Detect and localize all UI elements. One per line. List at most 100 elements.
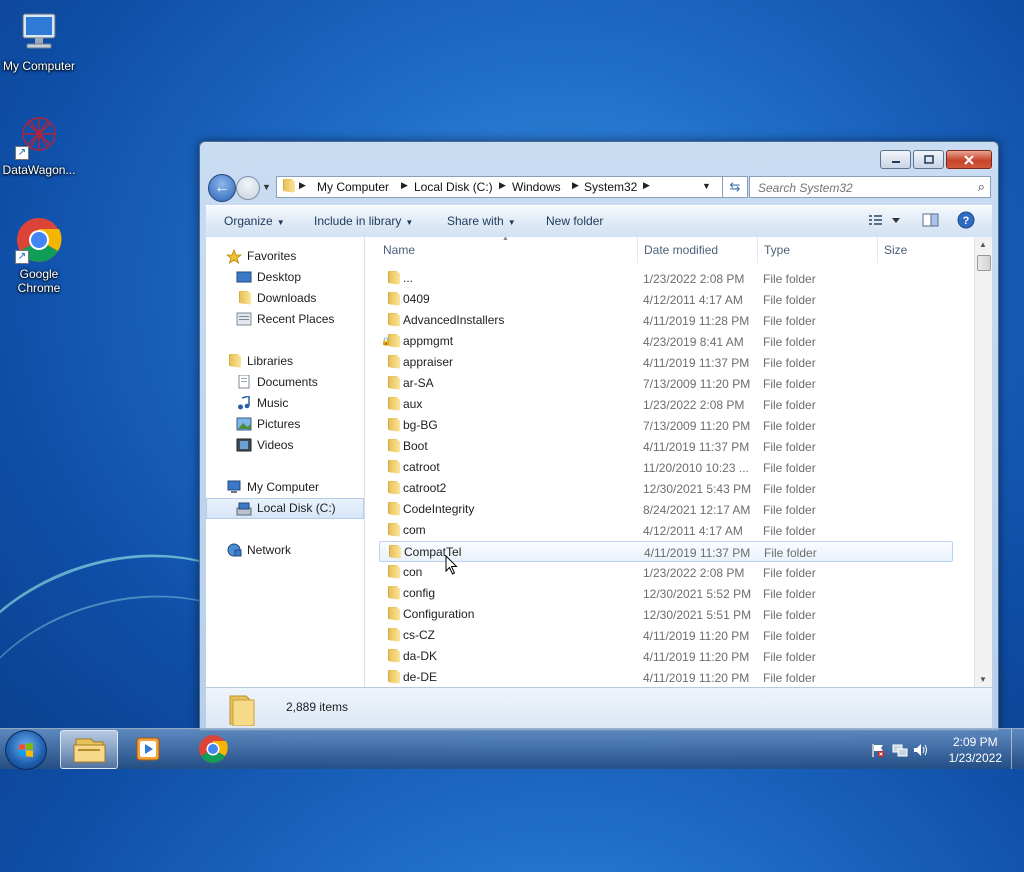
scroll-down-arrow-icon[interactable]: ▼ bbox=[979, 675, 987, 684]
chevron-down-icon: ▼ bbox=[405, 218, 414, 227]
table-row[interactable]: Configuration 12/30/2021 5:51 PM File fold… bbox=[379, 604, 953, 625]
nav-my-computer[interactable]: My Computer bbox=[206, 477, 364, 498]
breadcrumb-local-disk[interactable]: Local Disk (C:) bbox=[414, 180, 493, 194]
nav-videos[interactable]: Videos bbox=[206, 435, 364, 456]
file-date-modified: 7/13/2009 11:20 PM bbox=[643, 377, 751, 391]
vertical-scrollbar[interactable]: ▲ ▼ bbox=[974, 237, 992, 687]
file-date-modified: 4/11/2019 11:28 PM bbox=[643, 314, 750, 328]
breadcrumb-separator-icon[interactable]: ▶ bbox=[643, 180, 650, 191]
system-clock[interactable]: 2:09 PM 1/23/2022 bbox=[949, 734, 1002, 766]
address-history-dropdown-icon[interactable]: ▼ bbox=[702, 181, 711, 191]
table-row[interactable]: con 1/23/2022 2:08 PM File folder bbox=[379, 562, 953, 583]
volume-icon[interactable] bbox=[912, 742, 928, 761]
folder-icon bbox=[385, 376, 401, 390]
nav-music[interactable]: Music bbox=[206, 393, 364, 414]
desktop-icon-datawagon[interactable]: ↗ DataWagon... bbox=[0, 112, 78, 177]
nav-documents[interactable]: Documents bbox=[206, 372, 364, 393]
table-row[interactable]: bg-BG 7/13/2009 11:20 PM File folder bbox=[379, 415, 953, 436]
star-icon bbox=[225, 248, 243, 264]
help-icon: ? bbox=[957, 211, 975, 229]
table-row[interactable]: catroot 11/20/2010 10:23 ... File folder bbox=[379, 457, 953, 478]
table-row[interactable]: CodeIntegrity 8/24/2021 12:17 AM File fold… bbox=[379, 499, 953, 520]
table-row[interactable]: ar-SA 7/13/2009 11:20 PM File folder bbox=[379, 373, 953, 394]
share-with-menu[interactable]: Share with ▼ bbox=[447, 214, 516, 228]
table-row[interactable]: CompatTel 4/11/2019 11:37 PM File folder bbox=[379, 541, 953, 562]
recent-places-icon bbox=[236, 312, 252, 326]
table-row[interactable]: AdvancedInstallers 4/11/2019 11:28 PM File… bbox=[379, 310, 953, 331]
nav-recent-places[interactable]: Recent Places bbox=[206, 309, 364, 330]
computer-icon bbox=[15, 8, 63, 56]
desktop-icon-my-computer[interactable]: My Computer bbox=[0, 8, 78, 73]
item-count: 2,889 items bbox=[286, 700, 349, 714]
network-tray-icon[interactable] bbox=[892, 742, 908, 761]
maximize-button[interactable] bbox=[913, 150, 944, 169]
show-desktop-button[interactable] bbox=[1011, 729, 1024, 769]
folder-icon bbox=[385, 607, 401, 621]
scroll-up-arrow-icon[interactable]: ▲ bbox=[979, 240, 987, 249]
table-row[interactable]: aux 1/23/2022 2:08 PM File folder bbox=[379, 394, 953, 415]
back-button[interactable]: ← bbox=[208, 174, 236, 202]
column-header-type[interactable]: Type bbox=[758, 237, 878, 263]
breadcrumb-separator-icon[interactable]: ▶ bbox=[572, 180, 579, 191]
action-center-flag-icon[interactable] bbox=[870, 742, 886, 761]
help-button[interactable]: ? bbox=[957, 211, 975, 232]
breadcrumb-separator-icon[interactable]: ▶ bbox=[299, 180, 306, 191]
address-bar[interactable]: ▶ My Computer ▶ Local Disk (C:) ▶ Window… bbox=[276, 176, 724, 198]
table-row[interactable]: ... 1/23/2022 2:08 PM File folder bbox=[379, 268, 953, 289]
table-row[interactable]: 0409 4/12/2011 4:17 AM File folder bbox=[379, 289, 953, 310]
locked-folder-icon: 🔒 bbox=[381, 334, 401, 348]
table-row[interactable]: config 12/30/2021 5:52 PM File folder bbox=[379, 583, 953, 604]
recent-pages-dropdown[interactable]: ▼ bbox=[262, 182, 271, 192]
search-icon[interactable]: ⌕ bbox=[978, 179, 985, 195]
nav-downloads[interactable]: Downloads bbox=[206, 288, 364, 309]
breadcrumb-separator-icon[interactable]: ▶ bbox=[401, 180, 408, 191]
nav-local-disk[interactable]: Local Disk (C:) bbox=[206, 498, 364, 519]
preview-pane-button[interactable] bbox=[922, 212, 940, 231]
file-name: catroot2 bbox=[403, 481, 447, 495]
desktop-icon-google-chrome[interactable]: ↗ Google Chrome bbox=[0, 216, 78, 295]
nav-desktop[interactable]: Desktop bbox=[206, 267, 364, 288]
file-date-modified: 4/11/2019 11:37 PM bbox=[644, 546, 751, 560]
folder-icon bbox=[385, 649, 401, 663]
forward-button[interactable] bbox=[236, 176, 260, 200]
column-header-size[interactable]: Size bbox=[878, 237, 958, 263]
taskbar-media-player[interactable] bbox=[120, 730, 176, 767]
table-row[interactable]: da-DK 4/11/2019 11:20 PM File folder bbox=[379, 646, 953, 667]
file-type: File folder bbox=[763, 272, 816, 286]
taskbar-google-chrome[interactable] bbox=[185, 730, 241, 767]
file-type: File folder bbox=[763, 293, 816, 307]
table-row[interactable]: cs-CZ 4/11/2019 11:20 PM File folder bbox=[379, 625, 953, 646]
breadcrumb-windows[interactable]: Windows bbox=[512, 180, 561, 194]
table-row[interactable]: de-DE 4/11/2019 11:20 PM File folder bbox=[379, 667, 953, 687]
table-row[interactable]: 🔒 appmgmt 4/23/2019 8:41 AM File folder bbox=[379, 331, 953, 352]
new-folder-button[interactable]: New folder bbox=[546, 214, 603, 228]
breadcrumb-my-computer[interactable]: My Computer bbox=[317, 180, 389, 194]
file-date-modified: 4/11/2019 11:20 PM bbox=[643, 671, 750, 685]
column-header-name[interactable]: Name ▲ bbox=[377, 237, 638, 263]
nav-libraries[interactable]: Libraries bbox=[206, 351, 364, 372]
file-date-modified: 4/12/2011 4:17 AM bbox=[643, 524, 743, 538]
change-view-button[interactable] bbox=[868, 212, 902, 231]
nav-favorites[interactable]: Favorites bbox=[206, 246, 364, 267]
search-input[interactable] bbox=[756, 178, 960, 198]
table-row[interactable]: appraiser 4/11/2019 11:37 PM File folder bbox=[379, 352, 953, 373]
nav-network[interactable]: Network bbox=[206, 540, 364, 561]
file-type: File folder bbox=[763, 314, 816, 328]
nav-pictures[interactable]: Pictures bbox=[206, 414, 364, 435]
table-row[interactable]: Boot 4/11/2019 11:37 PM File folder bbox=[379, 436, 953, 457]
minimize-button[interactable] bbox=[880, 150, 911, 169]
table-row[interactable]: catroot2 12/30/2021 5:43 PM File folder bbox=[379, 478, 953, 499]
breadcrumb-system32[interactable]: System32 bbox=[584, 180, 637, 194]
scrollbar-thumb[interactable] bbox=[977, 255, 991, 271]
refresh-button[interactable]: ⇆ bbox=[722, 176, 748, 198]
taskbar-windows-explorer[interactable] bbox=[60, 730, 118, 769]
table-row[interactable]: com 4/12/2011 4:17 AM File folder bbox=[379, 520, 953, 541]
column-header-date-modified[interactable]: Date modified bbox=[638, 237, 758, 263]
include-in-library-menu[interactable]: Include in library ▼ bbox=[314, 214, 413, 228]
organize-menu[interactable]: Organize ▼ bbox=[224, 214, 285, 228]
breadcrumb-separator-icon[interactable]: ▶ bbox=[499, 180, 506, 191]
file-date-modified: 4/11/2019 11:20 PM bbox=[643, 650, 750, 664]
close-button[interactable] bbox=[946, 150, 992, 169]
start-button[interactable] bbox=[5, 730, 47, 770]
file-type: File folder bbox=[763, 587, 816, 601]
